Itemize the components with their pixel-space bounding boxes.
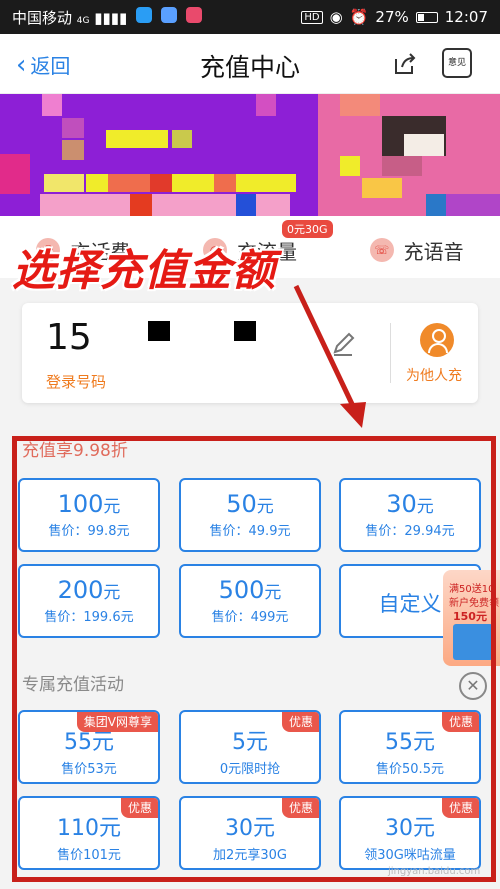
promo-banner[interactable] [0, 94, 500, 216]
mosaic-tile [214, 174, 236, 192]
tab-label: 充语音 [403, 239, 464, 264]
annotation-text: 选择充值金额 [12, 246, 276, 296]
mosaic-tile [42, 94, 62, 116]
battery-icon [415, 11, 438, 23]
divider [390, 323, 391, 383]
mosaic-tile [108, 174, 150, 192]
mosaic-tile [426, 194, 446, 216]
mosaic-tile [0, 154, 30, 194]
mosaic-tile [446, 194, 500, 216]
hd-badge: HD [301, 10, 323, 24]
recharge-for-others[interactable]: 为他人充 [406, 365, 462, 385]
highlight-box [12, 436, 496, 882]
feedback-label: 意见 [447, 58, 466, 68]
carrier-label: 中国移动 4G ▮▮▮▮ [12, 6, 301, 28]
feedback-button[interactable]: 意见 [442, 48, 472, 78]
share-icon[interactable] [392, 51, 418, 77]
mosaic-tile [172, 130, 192, 148]
mosaic-tile [150, 174, 172, 192]
app-icon [160, 6, 177, 23]
battery-percent: 27% [375, 8, 409, 26]
user-icon[interactable] [420, 323, 454, 357]
mosaic-tile [44, 174, 84, 192]
phone-card: 15 登录号码 为他人充 [22, 303, 478, 403]
watermark: jingyan.baidu.com [388, 866, 481, 877]
mosaic-tile [362, 178, 402, 198]
mosaic-tile [340, 94, 380, 116]
mosaic-tile [340, 156, 360, 176]
clock: 12:07 [444, 8, 488, 26]
app-icon [185, 6, 202, 23]
mosaic-tile [130, 194, 152, 216]
mosaic-tile [404, 134, 444, 156]
page-title: 充值中心 [199, 53, 300, 82]
alarm-icon: ⏰ [349, 8, 369, 26]
app-icon [136, 6, 153, 23]
phone-number[interactable]: 15 [46, 317, 92, 358]
status-bar: 中国移动 4G ▮▮▮▮ HD ◉ ⏰ 27% 12:07 [0, 0, 500, 34]
redaction-mask [148, 321, 170, 341]
mosaic-tile [62, 140, 84, 160]
signal-icon: ▮▮▮▮ [94, 8, 128, 27]
mosaic-tile [106, 130, 168, 148]
phone-number-label: 登录号码 [46, 373, 107, 391]
mosaic-tile [62, 118, 84, 138]
tab-voice[interactable]: ☏ 充语音 [369, 236, 464, 265]
redaction-mask [234, 321, 256, 341]
voice-icon: ☏ [369, 238, 394, 262]
eye-icon: ◉ [329, 8, 343, 26]
mosaic-tile [382, 156, 422, 176]
tab-badge: 0元30G [282, 220, 333, 238]
signal-label: 4G [76, 15, 90, 26]
mosaic-tile [236, 194, 256, 216]
nav-bar: ‹ 返回 充值中心 意见 [0, 34, 500, 94]
pencil-icon[interactable] [330, 331, 356, 357]
mosaic-tile [256, 94, 276, 116]
